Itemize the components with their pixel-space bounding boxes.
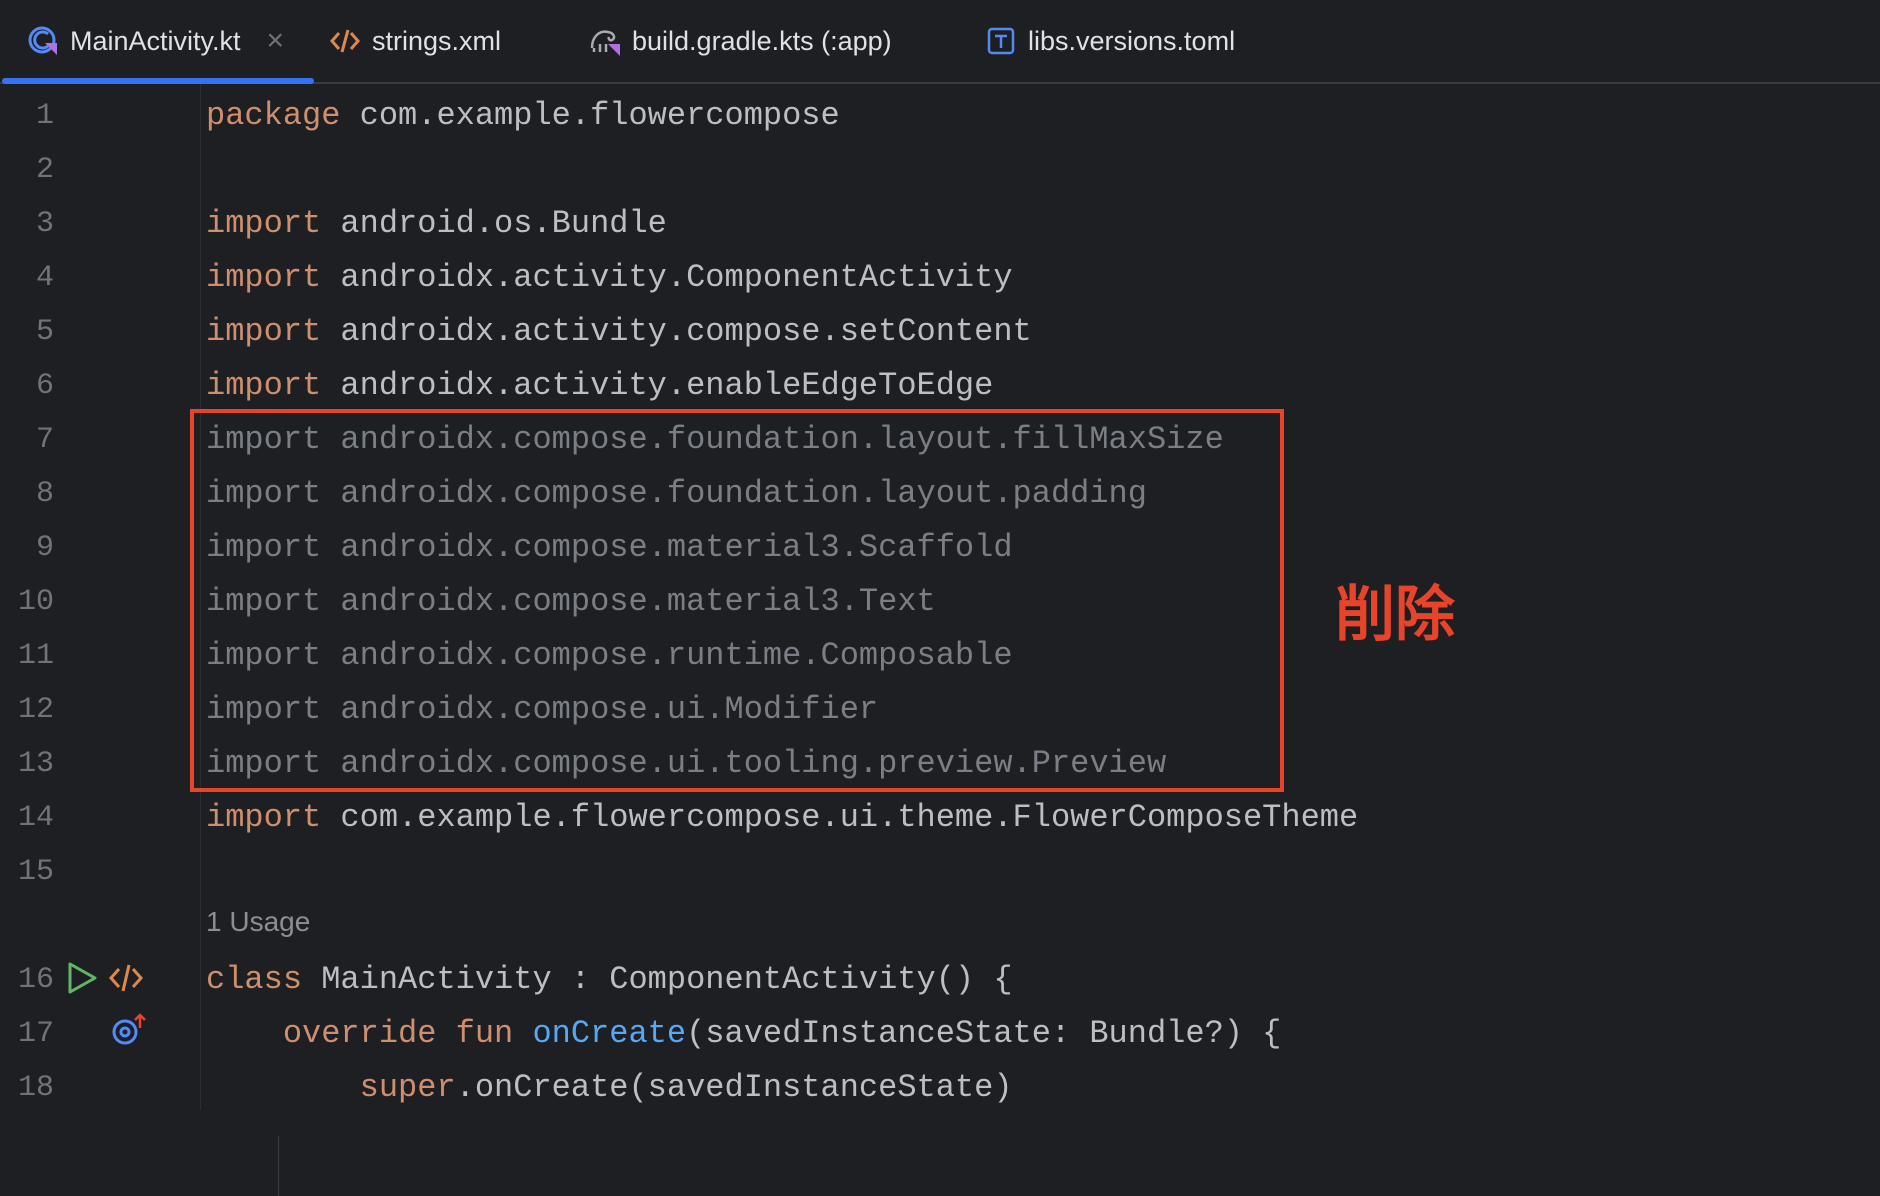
code-text: (savedInstanceState: Bundle?) { [686,1015,1282,1052]
tab-label: libs.versions.toml [1028,25,1236,56]
tab-mainactivity[interactable]: MainActivity.kt × [2,0,315,84]
code-text: com.example.flowercompose.ui.theme.Flowe… [321,799,1359,836]
line-number: 18 [17,1071,54,1105]
gradle-kotlin-icon [588,24,622,58]
code-line-3[interactable]: 3 import android.os.Bundle [0,197,1880,251]
line-number: 14 [17,801,54,835]
xml-layout-icon[interactable] [108,960,144,996]
code-text: android.os.Bundle [321,205,667,242]
highlight-box [190,409,1284,792]
editor-tab-bar: MainActivity.kt × strings.xml build.grad… [0,0,1880,84]
code-line-17[interactable]: 17 override fun onCreate(savedInstanceSt… [0,1007,1880,1061]
tab-label: MainActivity.kt [70,25,241,56]
keyword: package [206,97,341,134]
code-line-14[interactable]: 14 import com.example.flowercompose.ui.t… [0,791,1880,845]
code-text: com.example.flowercompose [340,97,840,134]
line-number: 16 [17,963,54,997]
keyword: import [206,259,322,296]
tab-label: strings.xml [372,25,502,56]
tab-libs-versions[interactable]: libs.versions.toml [984,0,1235,82]
keyword: import [206,367,322,404]
run-icon[interactable] [64,960,100,996]
tab-strings-xml[interactable]: strings.xml [328,0,501,82]
usage-count-hint[interactable]: 1 Usage [206,906,310,938]
xml-code-icon [328,24,362,58]
code-line-2[interactable]: 2 [0,143,1880,197]
toml-file-icon [984,24,1018,58]
line-number: 2 [35,153,54,187]
code-text: androidx.activity.ComponentActivity [321,259,1013,296]
keyword: import [206,205,322,242]
override-method-icon[interactable] [110,1012,146,1048]
kotlin-class-icon [26,24,60,58]
line-number: 4 [35,261,54,295]
line-number: 10 [17,585,54,619]
code-text: MainActivity : ComponentActivity() { [302,961,1013,998]
line-number: 5 [35,315,54,349]
code-line-16[interactable]: 16 class MainActivity : ComponentActivit… [0,953,1880,1007]
tab-build-gradle[interactable]: build.gradle.kts (:app) [588,0,892,82]
line-number: 3 [35,207,54,241]
code-text: .onCreate(savedInstanceState) [455,1069,1013,1106]
code-line-18[interactable]: 18 super.onCreate(savedInstanceState) [0,1061,1880,1115]
line-number: 8 [35,477,54,511]
annotation-label: 削除 [1335,580,1455,650]
line-number: 11 [17,639,54,673]
code-line-1[interactable]: 1 package com.example.flowercompose [0,89,1880,143]
code-text: androidx.activity.enableEdgeToEdge [321,367,994,404]
close-tab-icon[interactable]: × [267,24,285,58]
tab-label: build.gradle.kts (:app) [632,25,892,56]
line-number: 12 [17,693,54,727]
keyword: class [206,961,303,998]
keyword: override fun [282,1015,514,1052]
line-number: 9 [35,531,54,565]
code-line-5[interactable]: 5 import androidx.activity.compose.setCo… [0,305,1880,359]
keyword: super [359,1069,456,1106]
keyword: import [206,313,322,350]
code-line-4[interactable]: 4 import androidx.activity.ComponentActi… [0,251,1880,305]
code-text: androidx.activity.compose.setContent [321,313,1032,350]
code-line-15[interactable]: 15 [0,845,1880,899]
indent-guide [278,1136,279,1196]
line-number: 1 [35,99,54,133]
keyword: import [206,799,322,836]
line-number: 17 [17,1017,54,1051]
line-number: 7 [35,423,54,457]
line-number: 6 [35,369,54,403]
code-line-6[interactable]: 6 import androidx.activity.enableEdgeToE… [0,359,1880,413]
line-number: 15 [17,855,54,889]
line-number: 13 [17,747,54,781]
function-name: onCreate [513,1015,687,1052]
